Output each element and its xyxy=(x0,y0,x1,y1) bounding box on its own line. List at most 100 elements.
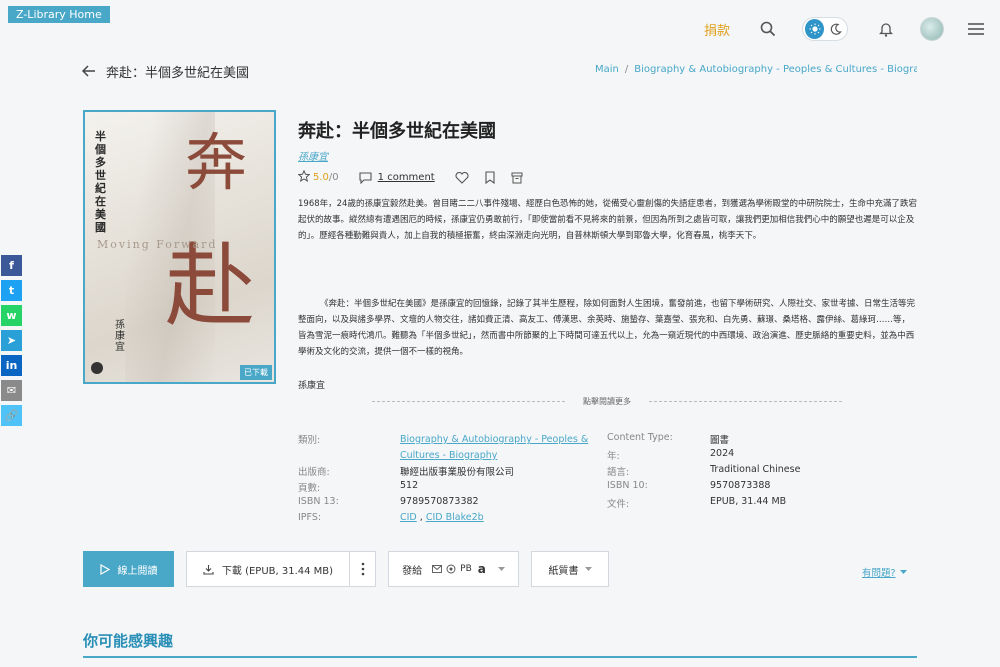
download-icon xyxy=(203,564,214,575)
cover-big-character-2: 赴 xyxy=(165,234,255,339)
sun-icon[interactable] xyxy=(805,19,824,39)
isbn10-label: ISBN 10: xyxy=(607,480,648,491)
more-vertical-icon xyxy=(361,562,365,576)
report-problem-label: 有問題? xyxy=(862,568,896,579)
send-to-button[interactable]: 發給 PB a xyxy=(388,551,519,587)
isbn13-value: 9789570873382 xyxy=(400,496,479,507)
book-meta-row: 5.0 / 0 1 comment xyxy=(297,169,539,185)
read-online-button[interactable]: 線上閱讀 xyxy=(83,551,174,587)
back-title: 奔赴：半個多世紀在美國 xyxy=(106,66,250,81)
z-library-home-link[interactable]: Z-Library Home xyxy=(8,6,110,23)
language-value: Traditional Chinese xyxy=(710,464,801,475)
email-icon[interactable]: ✉ xyxy=(1,380,22,401)
ipfs-links: CID , CID Blake2b xyxy=(400,512,484,523)
rating[interactable]: 5.0 / 0 xyxy=(297,169,339,185)
top-bar: 捐款 xyxy=(704,14,986,44)
paper-book-label: 紙質書 xyxy=(548,565,579,577)
archive-icon[interactable] xyxy=(511,172,523,184)
downloaded-badge: 已下載 xyxy=(240,365,272,380)
download-button[interactable]: 下載 (EPUB, 31.44 MB) xyxy=(187,552,349,586)
ipfs-separator: , xyxy=(416,512,426,523)
divider-line-left xyxy=(372,401,565,402)
read-more-divider: 點擊閱讀更多 xyxy=(372,396,842,407)
cover-vertical-title: 半個多世紀在美國 xyxy=(95,130,106,234)
suggestions-heading: 你可能感興趣 xyxy=(83,632,174,650)
breadcrumb: Main / Biography & Autobiography - Peoples… xyxy=(595,64,917,75)
back-arrow-icon[interactable] xyxy=(81,62,96,81)
facebook-icon[interactable]: f xyxy=(1,255,22,276)
language-label: 語言: xyxy=(607,467,630,478)
avatar[interactable] xyxy=(920,17,944,41)
divider-line-right xyxy=(649,401,842,402)
pages-value: 512 xyxy=(400,480,419,491)
bookmark-icon[interactable] xyxy=(485,171,495,184)
menu-icon[interactable] xyxy=(966,19,986,39)
chevron-down-icon xyxy=(497,566,505,572)
rating-count: 0 xyxy=(332,172,339,183)
search-icon[interactable] xyxy=(758,19,778,39)
whatsapp-icon[interactable]: w xyxy=(1,305,22,326)
pocketbook-icon xyxy=(446,564,456,574)
paper-book-button[interactable]: 紙質書 xyxy=(531,551,609,587)
year-label: 年: xyxy=(607,451,620,462)
twitter-icon[interactable]: t xyxy=(1,280,22,301)
book-description-1: 1968年，24歲的孫康宜毅然赴美。曾目睹二二八事件殘場、經歷白色恐怖的她，從備… xyxy=(298,199,917,241)
ipfs-cid-link[interactable]: CID xyxy=(400,512,417,523)
isbn10-value: 9570873388 xyxy=(710,480,771,491)
play-icon xyxy=(99,563,110,575)
email-small-icon xyxy=(432,565,443,573)
donate-link[interactable]: 捐款 xyxy=(704,20,730,39)
publisher-label: 出版商: xyxy=(298,467,330,478)
book-title: 奔赴：半個多世紀在美國 xyxy=(298,121,496,142)
report-problem-link[interactable]: 有問題? xyxy=(862,565,907,579)
cover-big-character-1: 奔 xyxy=(185,126,248,199)
breadcrumb-main-link[interactable]: Main xyxy=(595,64,619,75)
breadcrumb-separator: / xyxy=(624,64,629,75)
description-author: 孫康宜 xyxy=(298,381,326,391)
ipfs-blake2b-link[interactable]: CID Blake2b xyxy=(426,512,484,523)
pages-label: 頁數: xyxy=(298,483,321,494)
book-author-link[interactable]: 孫康宜 xyxy=(298,148,328,163)
read-more-link[interactable]: 點擊閱讀更多 xyxy=(583,396,631,407)
content-type-label: Content Type: xyxy=(607,432,673,443)
ipfs-label: IPFS: xyxy=(298,512,322,523)
book-cover[interactable]: 半個多世紀在美國 奔 赴 Moving Forward 孫康宜 已下載 xyxy=(83,110,276,384)
comments-link[interactable]: 1 comment xyxy=(359,171,435,184)
telegram-icon[interactable]: ➤ xyxy=(1,330,22,351)
star-icon xyxy=(297,169,311,185)
book-description-2: 《奔赴：半個多世紀在美國》是孫康宜的回憶錄，記錄了其半生歷程，除如何面對人生困境… xyxy=(298,299,916,357)
pocketbook-label: PB xyxy=(460,564,472,574)
year-value: 2024 xyxy=(710,448,735,459)
moon-icon[interactable] xyxy=(826,19,845,39)
content-type-value: 圖書 xyxy=(710,435,730,446)
download-button-group: 下載 (EPUB, 31.44 MB) xyxy=(186,551,376,587)
chevron-down-icon xyxy=(584,566,592,572)
download-label: 下載 (EPUB, 31.44 MB) xyxy=(221,565,334,577)
chevron-down-icon xyxy=(899,569,907,575)
rating-score: 5.0 xyxy=(313,172,329,183)
social-share-bar: f t w ➤ in ✉ 🔗 xyxy=(1,255,22,430)
cover-english-title: Moving Forward xyxy=(97,238,218,251)
category-link[interactable]: Biography & Autobiography - Peoples & Cu… xyxy=(400,432,605,464)
theme-toggle[interactable] xyxy=(802,17,848,41)
action-bar: 線上閱讀 下載 (EPUB, 31.44 MB) 發給 PB a 紙質書 xyxy=(83,551,609,587)
read-online-label: 線上閱讀 xyxy=(117,565,158,577)
bell-icon[interactable] xyxy=(876,19,896,39)
linkedin-icon[interactable]: in xyxy=(1,355,22,376)
download-more-button[interactable] xyxy=(349,552,375,586)
isbn13-label: ISBN 13: xyxy=(298,496,339,507)
link-icon[interactable]: 🔗 xyxy=(1,405,22,426)
publisher-logo-icon xyxy=(91,362,103,374)
send-to-label: 發給 xyxy=(402,565,423,577)
publisher-value: 聯經出版事業股份有限公司 xyxy=(400,467,515,478)
breadcrumb-category-link[interactable]: Biography & Autobiography - Peoples & Cu… xyxy=(634,64,917,75)
category-label: 類別: xyxy=(298,435,321,446)
back-row: 奔赴：半個多世紀在美國 xyxy=(81,62,250,81)
comments-label: 1 comment xyxy=(377,172,435,183)
heart-icon[interactable] xyxy=(455,171,469,184)
amazon-icon: a xyxy=(477,562,486,576)
file-value: EPUB, 31.44 MB xyxy=(710,496,787,507)
cover-author: 孫康宜 xyxy=(115,320,125,353)
suggestions-underline xyxy=(83,656,917,658)
comment-icon xyxy=(359,171,372,184)
